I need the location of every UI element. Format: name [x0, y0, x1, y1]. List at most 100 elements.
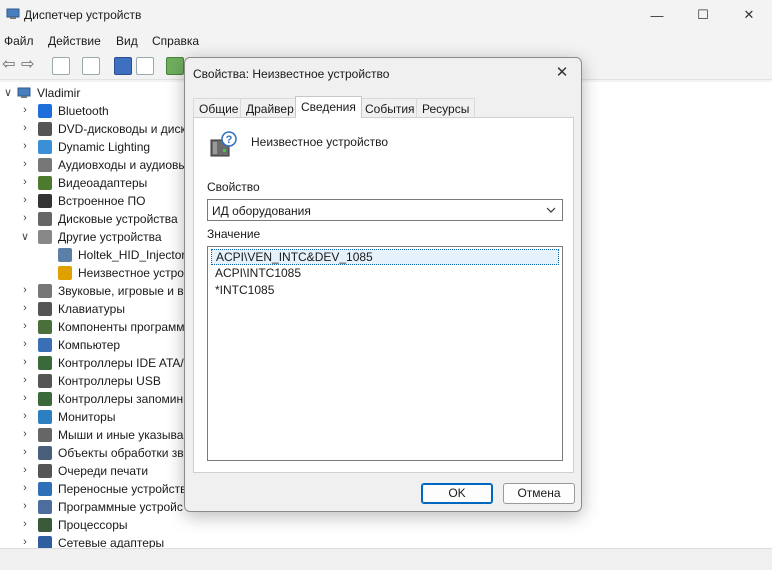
tree-item-label: Аудиовходы и аудиовы [58, 158, 188, 172]
chevron-right-icon[interactable]: › [20, 482, 30, 494]
value-label: Значение [207, 227, 261, 241]
chevron-right-icon[interactable]: › [20, 212, 30, 224]
dialog-close-icon[interactable]: ✕ [551, 64, 573, 84]
forward-arrow-icon[interactable]: ⇨ [21, 57, 37, 74]
ok-button[interactable]: OK [421, 483, 493, 504]
tree-item-label: Bluetooth [58, 104, 109, 118]
audio-processing-icon [38, 446, 52, 460]
tree-item-label: Очереди печати [58, 464, 149, 478]
details-panel: ? Неизвестное устройство Свойство ИД обо… [193, 117, 574, 473]
tree-item-label: Компоненты программ [58, 320, 185, 334]
close-button[interactable]: ✕ [726, 0, 772, 30]
title-bar: Диспетчер устройств — ☐ ✕ [0, 0, 772, 30]
property-select[interactable]: ИД оборудования [207, 199, 563, 221]
property-label: Свойство [207, 180, 260, 194]
computer-icon [17, 87, 31, 98]
display-adapter-icon [38, 176, 52, 190]
ide-controller-icon [38, 356, 52, 370]
tree-category[interactable]: › Процессоры [0, 516, 772, 534]
chevron-right-icon[interactable]: › [20, 356, 30, 368]
monitor-icon [38, 410, 52, 424]
chevron-right-icon[interactable]: › [20, 140, 30, 152]
chevron-right-icon[interactable]: › [20, 122, 30, 134]
tree-item-label: Dynamic Lighting [58, 140, 151, 154]
unknown-device-icon [58, 248, 72, 262]
tree-item-label: Другие устройства [58, 230, 162, 244]
value-listbox[interactable]: ACPI\VEN_INTC&DEV_1085 ACPI\INTC1085 *IN… [207, 246, 563, 461]
tab-driver[interactable]: Драйвер [240, 98, 300, 117]
list-item[interactable]: ACPI\INTC1085 [211, 266, 559, 282]
menu-help[interactable]: Справка [152, 34, 199, 48]
sound-icon [38, 284, 52, 298]
tree-item-label: Объекты обработки зв [58, 446, 184, 460]
list-item[interactable]: *INTC1085 [211, 283, 559, 299]
help-toolbar-icon[interactable] [114, 57, 132, 75]
chevron-right-icon[interactable]: › [20, 320, 30, 332]
chevron-right-icon[interactable]: › [20, 302, 30, 314]
tab-details[interactable]: Сведения [295, 96, 362, 118]
tree-item-label: Клавиатуры [58, 302, 125, 316]
chevron-right-icon[interactable]: › [20, 284, 30, 296]
chevron-right-icon[interactable]: › [20, 500, 30, 512]
chevron-right-icon[interactable]: › [20, 104, 30, 116]
status-bar [0, 548, 772, 570]
tree-item-label: Процессоры [58, 518, 128, 532]
scan-hardware-icon[interactable] [166, 57, 184, 75]
chevron-right-icon[interactable]: › [20, 518, 30, 530]
tree-item-label: Мыши и иные указыва [58, 428, 184, 442]
tab-events[interactable]: События [359, 98, 421, 117]
tab-resources[interactable]: Ресурсы [416, 98, 476, 117]
usb-icon [38, 374, 52, 388]
lighting-icon [38, 140, 52, 154]
menu-action[interactable]: Действие [48, 34, 101, 48]
properties-toolbar-icon[interactable] [52, 57, 70, 75]
chevron-down-icon[interactable]: ∨ [3, 86, 13, 99]
chevron-right-icon[interactable]: › [20, 428, 30, 440]
network-adapter-icon [38, 536, 52, 548]
tab-general[interactable]: Общие [193, 98, 245, 117]
maximize-button[interactable]: ☐ [680, 0, 726, 30]
tree-category[interactable]: › Сетевые адаптеры [0, 534, 772, 548]
back-arrow-icon[interactable]: ⇦ [2, 57, 18, 74]
device-name: Неизвестное устройство [251, 135, 389, 149]
cancel-button[interactable]: Отмена [503, 483, 575, 504]
menu-file[interactable]: Файл [4, 34, 34, 48]
window-title: Диспетчер устройств [24, 8, 142, 22]
properties-dialog: Свойства: Неизвестное устройство ✕ Общие… [184, 57, 582, 512]
tree-item-label: Дисковые устройства [58, 212, 178, 226]
storage-controller-icon [38, 392, 52, 406]
bluetooth-icon [38, 104, 52, 118]
dvd-drive-icon [38, 122, 52, 136]
chevron-right-icon[interactable]: › [20, 410, 30, 422]
dialog-title: Свойства: Неизвестное устройство [193, 67, 390, 81]
chevron-right-icon[interactable]: › [20, 392, 30, 404]
tree-item-label: Контроллеры USB [58, 374, 161, 388]
chevron-right-icon[interactable]: › [20, 464, 30, 476]
view-toolbar-icon[interactable] [82, 57, 100, 75]
chevron-right-icon[interactable]: › [20, 374, 30, 386]
processor-icon [38, 518, 52, 532]
mouse-icon [38, 428, 52, 442]
property-value: ИД оборудования [212, 204, 311, 218]
chevron-right-icon[interactable]: › [20, 338, 30, 350]
portable-device-icon [38, 482, 52, 496]
tree-item-label: Программные устройс [58, 500, 183, 514]
chevron-right-icon[interactable]: › [20, 176, 30, 188]
minimize-button[interactable]: — [634, 0, 680, 30]
other-devices-icon [38, 230, 52, 244]
chevron-right-icon[interactable]: › [20, 536, 30, 548]
chevron-right-icon[interactable]: › [20, 194, 30, 206]
menu-view[interactable]: Вид [116, 34, 138, 48]
firmware-icon [38, 194, 52, 208]
software-component-icon [38, 320, 52, 334]
tree-item-label: Неизвестное устрой [78, 266, 191, 280]
chevron-right-icon[interactable]: › [20, 158, 30, 170]
chevron-right-icon[interactable]: › [20, 446, 30, 458]
chevron-down-icon[interactable]: ∨ [20, 230, 30, 243]
disk-drive-icon [38, 212, 52, 226]
list-item[interactable]: ACPI\VEN_INTC&DEV_1085 [211, 249, 559, 265]
speaker-icon [38, 158, 52, 172]
action-toolbar-icon[interactable] [136, 57, 154, 75]
device-manager-icon [6, 8, 20, 19]
tree-item-label: Мониторы [58, 410, 116, 424]
